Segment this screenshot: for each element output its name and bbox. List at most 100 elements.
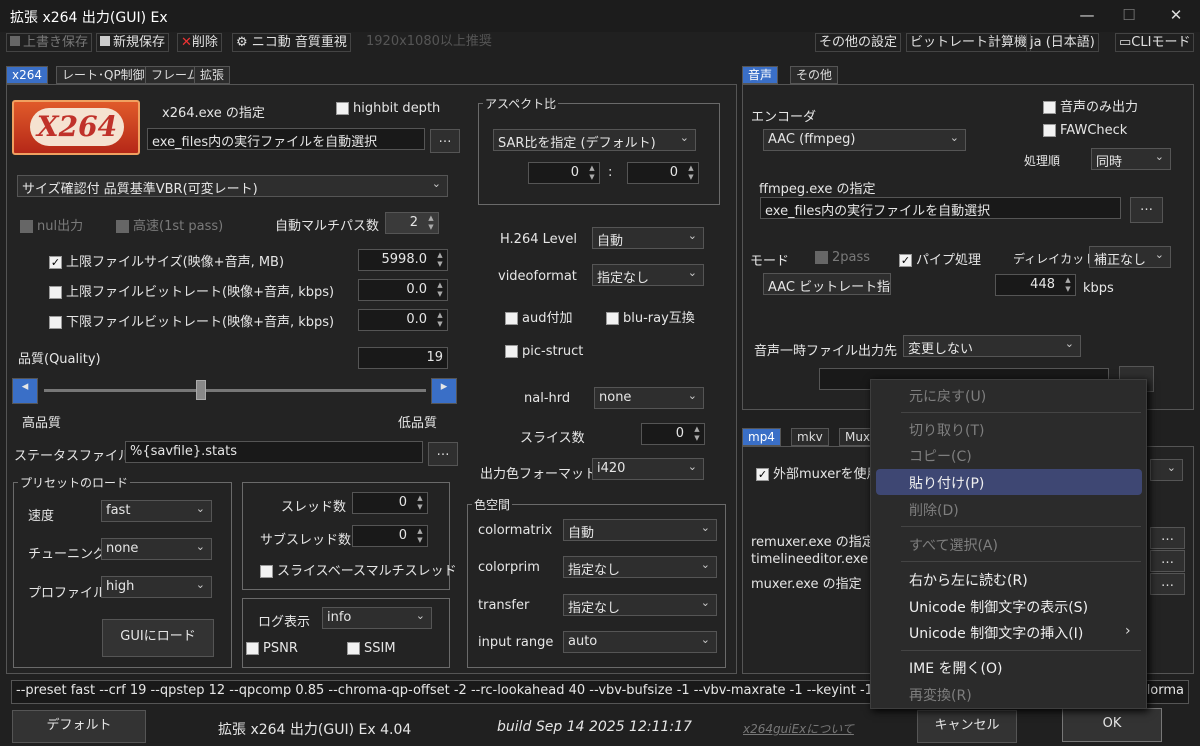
audio-only-checkbox[interactable]: 音声のみ出力	[1043, 96, 1138, 115]
h264-level-select[interactable]: 自動 ⌄	[592, 227, 704, 249]
sar-select[interactable]: SAR比を指定 (デフォルト) ⌄	[493, 129, 696, 151]
tab-extension[interactable]: 拡張	[194, 66, 231, 84]
stats-file-input[interactable]: %{savfile}.stats	[125, 441, 423, 463]
language-select[interactable]: ja (日本語)	[1026, 33, 1099, 52]
save-icon	[100, 36, 110, 46]
save-new-button[interactable]: 新規保存	[96, 33, 170, 52]
slices-input[interactable]: 0 ▲ ▼	[641, 423, 705, 445]
tab-x264[interactable]: x264	[6, 66, 49, 84]
psnr-checkbox[interactable]: PSNR	[246, 641, 298, 656]
speed-select[interactable]: fast ⌄	[101, 500, 212, 522]
overwrite-save-button[interactable]: 上書き保存	[6, 33, 93, 52]
aud-checkbox[interactable]: aud付加	[505, 307, 572, 326]
faw-check-checkbox[interactable]: FAWCheck	[1043, 123, 1127, 138]
audio-mode-select[interactable]: AAC ビットレート指定 ⌄	[763, 273, 891, 295]
slider-left-button[interactable]: ◂	[12, 378, 38, 404]
default-button[interactable]: デフォルト	[12, 710, 146, 743]
transfer-select[interactable]: 指定なし ⌄	[563, 594, 717, 616]
fast-first-pass-checkbox[interactable]: 高速(1st pass)	[116, 215, 223, 234]
stats-browse-button[interactable]: …	[428, 442, 458, 466]
about-link[interactable]: x264guiExについて	[743, 720, 854, 737]
bitrate-calculator-button[interactable]: ビットレート計算機	[906, 33, 1032, 52]
colormatrix-select[interactable]: 自動 ⌄	[563, 519, 717, 541]
videoformat-select[interactable]: 指定なし ⌄	[592, 264, 704, 286]
menu-rtl-reading[interactable]: 右から左に読む(R)	[909, 570, 1028, 590]
load-to-gui-button[interactable]: GUIにロード	[102, 619, 214, 657]
muxer-browse-button[interactable]: …	[1150, 573, 1185, 595]
other-settings-button[interactable]: その他の設定	[815, 33, 902, 52]
profile-select[interactable]: high ⌄	[101, 576, 212, 598]
menu-reconvert[interactable]: 再変換(R)	[909, 685, 972, 705]
input-range-select[interactable]: auto ⌄	[563, 631, 717, 653]
max-filesize-input[interactable]: 5998.0 ▲ ▼	[358, 249, 448, 271]
menu-delete[interactable]: 削除(D)	[909, 500, 959, 520]
delete-button[interactable]: ✕削除	[177, 33, 222, 52]
menu-paste[interactable]: 貼り付け(P)	[909, 473, 984, 493]
aspect-height-input[interactable]: 0 ▲ ▼	[627, 162, 699, 184]
tab-mkv[interactable]: mkv	[791, 428, 829, 446]
min-bitrate-checkbox[interactable]: 下限ファイルビットレート(映像+音声, kbps)	[49, 311, 334, 330]
bluray-checkbox[interactable]: blu-ray互換	[606, 307, 695, 326]
max-bitrate-input[interactable]: 0.0 ▲ ▼	[358, 279, 448, 301]
encoder-select[interactable]: AAC (ffmpeg) ⌄	[763, 129, 966, 151]
max-bitrate-checkbox[interactable]: 上限ファイルビットレート(映像+音声, kbps)	[49, 281, 334, 300]
menu-show-unicode[interactable]: Unicode 制御文字の表示(S)	[909, 597, 1088, 617]
ok-button[interactable]: OK	[1062, 708, 1162, 742]
min-bitrate-input[interactable]: 0.0 ▲ ▼	[358, 309, 448, 331]
chevron-down-icon: ⌄	[195, 502, 205, 515]
tab-mp4[interactable]: mp4	[742, 428, 781, 446]
remuxer-browse-button[interactable]: …	[1150, 527, 1185, 549]
subthreads-input[interactable]: 0 ▲ ▼	[352, 525, 428, 547]
cancel-button[interactable]: キャンセル	[917, 710, 1017, 743]
process-order-select[interactable]: 同時 ⌄	[1091, 148, 1171, 170]
menu-undo[interactable]: 元に戻す(U)	[909, 386, 986, 406]
cli-mode-button[interactable]: ▭CLIモード	[1115, 33, 1195, 52]
output-csp-label: 出力色フォーマット	[480, 467, 598, 482]
quality-slider-track[interactable]	[44, 389, 426, 392]
quality-input[interactable]: 19	[358, 347, 448, 369]
tab-other[interactable]: その他	[790, 66, 839, 84]
menu-insert-unicode[interactable]: Unicode 制御文字の挿入(I)	[909, 623, 1083, 643]
menu-select-all[interactable]: すべて選択(A)	[909, 535, 998, 555]
nal-hrd-select[interactable]: none ⌄	[594, 387, 704, 409]
colorprim-select[interactable]: 指定なし ⌄	[563, 556, 717, 578]
ffmpeg-browse-button[interactable]: …	[1130, 197, 1163, 223]
threads-input[interactable]: 0 ▲ ▼	[352, 492, 428, 514]
mux-mode-select[interactable]: ⌄	[1150, 459, 1183, 481]
log-select[interactable]: info ⌄	[322, 607, 432, 629]
ssim-checkbox[interactable]: SSIM	[347, 641, 396, 656]
ffmpeg-exe-path-input[interactable]: exe_files内の実行ファイルを自動選択	[760, 197, 1121, 219]
nul-output-checkbox[interactable]: nul出力	[20, 215, 83, 234]
x264-exe-path-input[interactable]: exe_files内の実行ファイルを自動選択	[147, 128, 425, 150]
tab-audio[interactable]: 音声	[742, 66, 779, 84]
close-button[interactable]: ✕	[1161, 6, 1191, 24]
quality-slider-thumb[interactable]	[195, 380, 206, 400]
chevron-down-icon: ⌄	[687, 389, 697, 402]
max-filesize-checkbox[interactable]: ✓ 上限ファイルサイズ(映像+音声, MB)	[49, 251, 284, 270]
tuning-select[interactable]: none ⌄	[101, 538, 212, 560]
auto-multipass-input[interactable]: 2 ▲ ▼	[385, 212, 439, 234]
maximize-button[interactable]: ☐	[1114, 6, 1144, 24]
pic-struct-checkbox[interactable]: pic-struct	[505, 344, 583, 359]
external-muxer-checkbox[interactable]: ✓ 外部muxerを使用	[756, 463, 880, 482]
timeline-browse-button[interactable]: …	[1150, 550, 1185, 572]
aspect-width-input[interactable]: 0 ▲ ▼	[528, 162, 600, 184]
menu-open-ime[interactable]: IME を開く(O)	[909, 658, 1002, 678]
audio-bitrate-input[interactable]: 448 ▲ ▼	[995, 274, 1076, 296]
menu-cut[interactable]: 切り取り(T)	[909, 420, 984, 440]
highbit-checkbox[interactable]: highbit depth	[336, 101, 440, 116]
minimize-button[interactable]: —	[1072, 6, 1102, 24]
encode-mode-select[interactable]: サイズ確認付 品質基準VBR(可変レート) ⌄	[17, 175, 448, 197]
twopass-checkbox[interactable]: 2pass	[815, 250, 870, 265]
chevron-down-icon: ⌄	[195, 578, 205, 591]
pipe-process-checkbox[interactable]: ✓ パイプ処理	[899, 249, 981, 268]
slider-right-button[interactable]: ▸	[431, 378, 457, 404]
temp-output-select[interactable]: 変更しない ⌄	[903, 335, 1081, 357]
delay-cut-select[interactable]: 補正なし ⌄	[1089, 246, 1171, 268]
x264-browse-button[interactable]: …	[430, 129, 460, 153]
preset-select-button[interactable]: ⚙ ニコ動 音質重視	[232, 33, 351, 52]
slice-thread-checkbox[interactable]: スライスベースマルチスレッド	[260, 560, 457, 579]
output-csp-select[interactable]: i420 ⌄	[592, 458, 704, 480]
menu-copy[interactable]: コピー(C)	[909, 446, 972, 466]
tab-rate-qp[interactable]: レート･QP制御	[56, 66, 151, 84]
